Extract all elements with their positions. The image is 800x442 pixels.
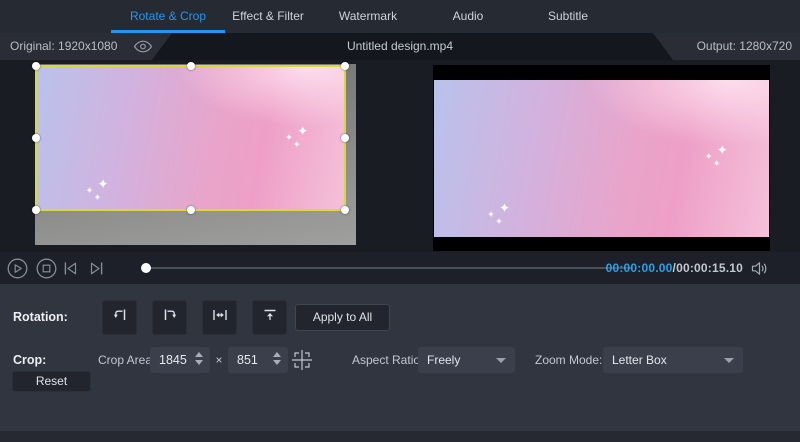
aspect-ratio-select[interactable]: Freely — [418, 347, 515, 373]
zoom-mode-value: Letter Box — [612, 347, 667, 373]
crop-height-input[interactable] — [228, 347, 270, 373]
crop-label: Crop: — [13, 347, 46, 373]
crop-area-label: Crop Area: — [98, 347, 155, 373]
next-frame-icon[interactable] — [88, 261, 105, 281]
flip-vertical-icon — [261, 306, 279, 329]
crop-handle-bottom-left[interactable] — [32, 206, 40, 214]
progress-thumb[interactable] — [141, 263, 151, 273]
crop-handle-middle-left[interactable] — [32, 134, 40, 142]
aspect-ratio-value: Freely — [427, 347, 460, 373]
sparkle-icon: ✦ — [713, 160, 720, 168]
preview-area: ✦ ✦ ✦ ✦ ✦ ✦ ✦ ✦ — [0, 60, 800, 252]
crop-handle-bottom-right[interactable] — [341, 206, 349, 214]
tab-effect-filter[interactable]: Effect & Filter — [218, 0, 318, 33]
sparkle-cluster: ✦ ✦ ✦ — [86, 178, 108, 202]
tab-bar: Rotate & Crop Effect & Filter Watermark … — [0, 0, 800, 33]
total-time: 00:00:15.10 — [676, 261, 743, 275]
sparkle-icon: ✦ — [496, 218, 503, 226]
previous-frame-icon[interactable] — [62, 261, 79, 281]
edit-panel: Rotation: — [0, 284, 800, 442]
eye-icon[interactable] — [133, 40, 153, 53]
time-display: 00:00:00.00/00:00:15.10 — [606, 252, 743, 284]
flip-vertical-button[interactable] — [252, 300, 287, 335]
crop-height-spinner[interactable] — [273, 352, 283, 368]
crop-handle-top-right[interactable] — [341, 62, 349, 70]
chevron-down-icon — [724, 358, 734, 363]
spinner-up-icon[interactable] — [273, 352, 281, 357]
output-size-badge: Output: 1280x720 — [653, 33, 800, 60]
current-time: 00:00:00.00 — [606, 261, 673, 275]
play-icon[interactable] — [7, 258, 28, 284]
output-size-label: Output: 1280x720 — [697, 33, 792, 60]
sparkle-icon: ✦ — [98, 178, 108, 190]
rotate-right-icon — [161, 306, 179, 329]
player-bar: 00:00:00.00/00:00:15.10 — [0, 252, 800, 284]
reset-button[interactable]: Reset — [12, 371, 91, 392]
chevron-down-icon — [496, 358, 506, 363]
crop-center-button[interactable] — [291, 349, 313, 371]
sparkle-icon: ✦ — [705, 153, 712, 161]
video-frame-output: ✦ ✦ ✦ ✦ ✦ ✦ — [434, 80, 769, 237]
stop-icon[interactable] — [36, 258, 57, 284]
crop-height-field — [228, 347, 288, 373]
footer-strip — [0, 431, 800, 442]
tab-strip: Rotate & Crop Effect & Filter Watermark … — [118, 0, 618, 33]
output-preview: ✦ ✦ ✦ ✦ ✦ ✦ — [433, 65, 770, 251]
multiply-sign: × — [212, 347, 226, 373]
crop-handle-top-left[interactable] — [32, 62, 40, 70]
rotation-label: Rotation: — [13, 300, 68, 335]
original-preview: ✦ ✦ ✦ ✦ ✦ ✦ — [35, 64, 356, 245]
sparkle-cluster: ✦ ✦ ✦ — [488, 202, 510, 226]
file-title: Untitled design.mp4 — [200, 33, 600, 60]
apply-to-all-button[interactable]: Apply to All — [295, 304, 390, 331]
spinner-down-icon[interactable] — [195, 360, 203, 365]
tab-watermark[interactable]: Watermark — [318, 0, 418, 33]
spinner-down-icon[interactable] — [273, 360, 281, 365]
tab-audio[interactable]: Audio — [418, 0, 518, 33]
sparkle-icon: ✦ — [286, 134, 293, 142]
crop-selection[interactable]: ✦ ✦ ✦ ✦ ✦ ✦ — [35, 65, 346, 211]
sparkle-icon: ✦ — [500, 202, 510, 214]
progress-slider[interactable] — [143, 267, 633, 269]
volume-icon[interactable] — [751, 261, 769, 281]
original-size-label: Original: 1920x1080 — [10, 33, 117, 60]
rotate-left-button[interactable] — [102, 300, 137, 335]
rotate-right-button[interactable] — [152, 300, 187, 335]
zoom-mode-label: Zoom Mode: — [535, 347, 602, 373]
spinner-up-icon[interactable] — [195, 352, 203, 357]
sparkle-cluster: ✦ ✦ ✦ — [286, 125, 308, 149]
sparkle-icon: ✦ — [298, 125, 308, 137]
rotate-left-icon — [111, 306, 129, 329]
video-frame-original: ✦ ✦ ✦ ✦ ✦ ✦ — [37, 67, 344, 209]
crop-width-spinner[interactable] — [195, 352, 205, 368]
crop-handle-bottom-middle[interactable] — [187, 206, 195, 214]
crop-handle-middle-right[interactable] — [341, 134, 349, 142]
sparkle-icon: ✦ — [294, 141, 301, 149]
tab-rotate-crop[interactable]: Rotate & Crop — [118, 0, 218, 33]
crop-handle-top-middle[interactable] — [187, 62, 195, 70]
tab-subtitle[interactable]: Subtitle — [518, 0, 618, 33]
zoom-mode-select[interactable]: Letter Box — [603, 347, 743, 373]
crop-width-field — [150, 347, 210, 373]
title-row: Original: 1920x1080 Untitled design.mp4 … — [0, 33, 800, 60]
sparkle-icon: ✦ — [86, 187, 93, 195]
sparkle-cluster: ✦ ✦ ✦ — [705, 144, 727, 168]
sparkle-icon: ✦ — [717, 144, 727, 156]
sparkle-icon: ✦ — [94, 194, 101, 202]
sparkle-icon: ✦ — [488, 211, 495, 219]
flip-horizontal-button[interactable] — [202, 300, 237, 335]
crop-width-input[interactable] — [150, 347, 192, 373]
aspect-ratio-label: Aspect Ratio: — [352, 347, 423, 373]
flip-horizontal-icon — [211, 306, 229, 329]
